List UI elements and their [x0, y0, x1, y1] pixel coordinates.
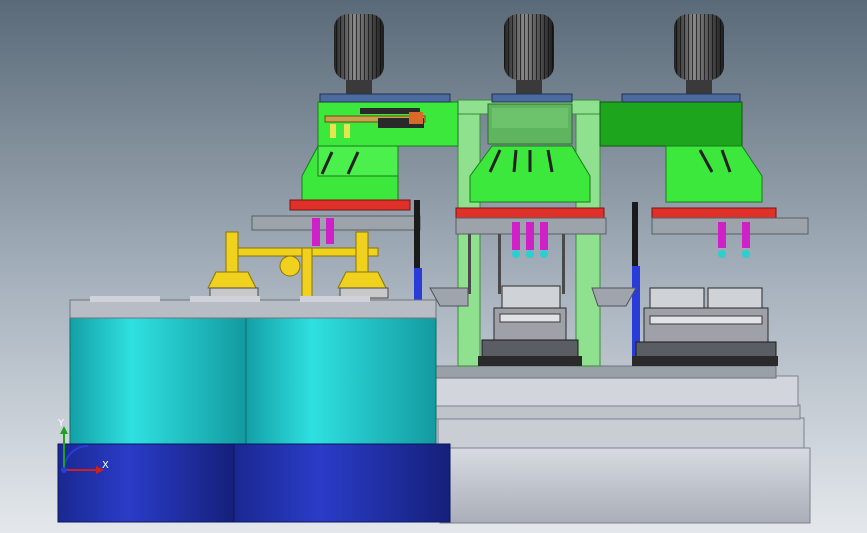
machine-bed[interactable] [431, 365, 811, 524]
triad-origin [61, 467, 67, 473]
header-panel-left[interactable] [317, 101, 459, 147]
rotary-drum-left[interactable] [69, 315, 247, 445]
bed-middle-plate [437, 417, 805, 449]
triad-label-x: X [102, 460, 109, 471]
header-panel-right[interactable] [599, 101, 743, 147]
rotary-drum-right[interactable] [245, 315, 437, 445]
cad-viewport[interactable]: Y X [0, 0, 867, 533]
navy-base[interactable] [57, 443, 451, 523]
bed-lower-block [439, 447, 811, 524]
bed-table-rail [435, 365, 777, 379]
bed-upper-plate [435, 404, 801, 420]
frame-inner-glass [492, 108, 568, 128]
bed-table [431, 375, 799, 407]
triad-label-y: Y [57, 418, 65, 429]
